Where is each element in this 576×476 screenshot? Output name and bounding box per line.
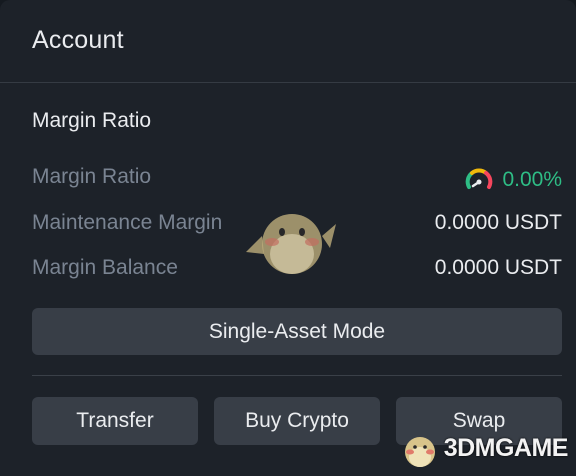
- watermark: 3DMGAME: [398, 426, 569, 470]
- account-panel: Account Margin Ratio Margin Ratio 0.00% …: [0, 0, 576, 476]
- divider: [32, 375, 562, 376]
- margin-balance-value: 0.0000 USDT: [434, 256, 562, 279]
- margin-ratio-value-wrap: 0.00%: [464, 165, 562, 195]
- page-title: Account: [32, 26, 124, 54]
- watermark-text: 3DMGAME: [443, 433, 569, 462]
- mascot-watermark-icon: [246, 214, 336, 274]
- maintenance-margin-label: Maintenance Margin: [32, 211, 223, 234]
- margin-ratio-value: 0.00%: [502, 168, 562, 191]
- margin-balance-label: Margin Balance: [32, 256, 178, 279]
- transfer-button[interactable]: Transfer: [32, 397, 198, 445]
- margin-ratio-gauge-icon: [466, 168, 493, 189]
- margin-section-title: Margin Ratio: [32, 109, 152, 132]
- margin-ratio-label: Margin Ratio: [32, 165, 152, 188]
- maintenance-margin-value: 0.0000 USDT: [434, 211, 562, 234]
- single-asset-mode-button[interactable]: Single-Asset Mode: [32, 308, 562, 355]
- margin-ratio-row: Margin Ratio 0.00%: [32, 165, 562, 195]
- buy-crypto-button[interactable]: Buy Crypto: [214, 397, 380, 445]
- watermark-mascot-icon: [404, 437, 435, 467]
- panel-header: Account: [0, 0, 576, 83]
